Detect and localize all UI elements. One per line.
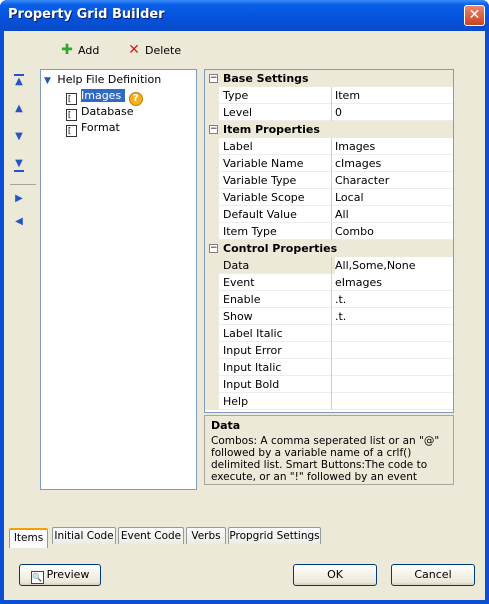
- property-name: Variable Type: [223, 174, 297, 187]
- expand-triangle-icon[interactable]: ▼: [44, 76, 51, 86]
- property-name: Input Error: [223, 344, 282, 357]
- grid-row[interactable]: Input Bold: [205, 376, 453, 393]
- document-icon: [: [66, 125, 77, 137]
- dialog-client-area: ✚ Add ✕ Delete ▲ ▲ ▼ ▼ ▶ ◀ ▼ Help File D…: [4, 31, 485, 600]
- grid-row[interactable]: Show .t.: [205, 308, 453, 325]
- dialog-window: Property Grid Builder ✕ ✚ Add ✕ Delete ▲…: [0, 0, 489, 604]
- category-label: Base Settings: [223, 72, 309, 85]
- category-label: Control Properties: [223, 242, 338, 255]
- property-value[interactable]: Character: [335, 172, 453, 189]
- help-panel: Data Combos: A comma seperated list or a…: [204, 415, 454, 485]
- add-button[interactable]: ✚ Add: [60, 41, 99, 59]
- tree-item-images[interactable]: [Images ?: [66, 88, 143, 106]
- property-value[interactable]: .t.: [335, 308, 453, 325]
- property-name: Variable Name: [223, 157, 304, 170]
- window-title: Property Grid Builder: [8, 7, 165, 22]
- tree-item-database[interactable]: [Database: [66, 104, 134, 121]
- grid-row[interactable]: Label Images: [205, 138, 453, 155]
- property-name: Event: [223, 276, 255, 289]
- help-title: Data: [211, 419, 241, 432]
- category-base-settings[interactable]: − Base Settings: [205, 70, 453, 87]
- preview-icon: 🔍: [30, 571, 44, 584]
- tree-root[interactable]: ▼ Help File Definition: [44, 72, 161, 87]
- property-value[interactable]: All,Some,None: [335, 257, 453, 274]
- property-name: Item Type: [223, 225, 277, 238]
- title-bar[interactable]: Property Grid Builder ✕: [0, 0, 489, 31]
- property-value[interactable]: Combo: [335, 223, 453, 240]
- collapse-icon[interactable]: −: [209, 74, 218, 83]
- cancel-button[interactable]: Cancel: [391, 564, 475, 586]
- grid-row-selected[interactable]: Data All,Some,None: [205, 257, 453, 274]
- grid-row[interactable]: Type Item: [205, 87, 453, 104]
- delete-button-label: Delete: [145, 43, 182, 57]
- grid-row[interactable]: Variable Scope Local: [205, 189, 453, 206]
- move-up-icon[interactable]: ▲: [12, 102, 26, 116]
- close-button[interactable]: ✕: [464, 5, 485, 26]
- property-value[interactable]: cImages: [335, 155, 453, 172]
- tab-items[interactable]: Items: [9, 528, 48, 548]
- delete-button[interactable]: ✕ Delete: [127, 41, 181, 59]
- property-value[interactable]: 0: [335, 104, 453, 121]
- grid-row[interactable]: Label Italic: [205, 325, 453, 342]
- property-value[interactable]: Images: [335, 138, 453, 155]
- add-icon: ✚: [61, 42, 73, 58]
- move-top-icon[interactable]: ▲: [12, 74, 26, 89]
- property-name: Data: [223, 259, 250, 272]
- tab-verbs[interactable]: Verbs: [186, 527, 226, 544]
- indent-icon[interactable]: ▶: [12, 192, 26, 206]
- grid-row[interactable]: Variable Type Character: [205, 172, 453, 189]
- outdent-icon[interactable]: ◀: [12, 215, 26, 229]
- tree-item-label: Format: [81, 121, 120, 134]
- grid-row[interactable]: Variable Name cImages: [205, 155, 453, 172]
- grid-row[interactable]: Input Error: [205, 342, 453, 359]
- tree-item-label: Database: [81, 105, 134, 118]
- preview-button-label: Preview: [46, 568, 90, 581]
- delete-icon: ✕: [128, 42, 140, 58]
- tree-view[interactable]: ▼ Help File Definition [Images ? [Databa…: [40, 69, 197, 490]
- property-name: Type: [223, 89, 249, 102]
- move-down-icon[interactable]: ▼: [12, 130, 26, 144]
- category-control-properties[interactable]: − Control Properties: [205, 240, 453, 257]
- ok-button[interactable]: OK: [293, 564, 377, 586]
- help-text: Combos: A comma seperated list or an "@"…: [211, 435, 440, 484]
- property-value[interactable]: Local: [335, 189, 453, 206]
- property-value[interactable]: Item: [335, 87, 453, 104]
- grid-row[interactable]: Level 0: [205, 104, 453, 121]
- grid-row[interactable]: Default Value All: [205, 206, 453, 223]
- property-name: Help: [223, 395, 249, 408]
- grid-row[interactable]: Enable .t.: [205, 291, 453, 308]
- property-value[interactable]: eImages: [335, 274, 453, 291]
- collapse-icon[interactable]: −: [209, 244, 218, 253]
- tree-item-format[interactable]: [ Format: [66, 120, 120, 137]
- move-bottom-icon[interactable]: ▼: [12, 157, 26, 172]
- tab-event-code[interactable]: Event Code: [118, 527, 184, 544]
- grid-row[interactable]: Help: [205, 393, 453, 410]
- property-name: Variable Scope: [223, 191, 305, 204]
- nav-separator: [10, 184, 36, 185]
- grid-row[interactable]: Input Italic: [205, 359, 453, 376]
- property-name: Enable: [223, 293, 261, 306]
- property-value[interactable]: .t.: [335, 291, 453, 308]
- grid-row[interactable]: Item Type Combo: [205, 223, 453, 240]
- preview-button[interactable]: 🔍 Preview: [19, 564, 101, 586]
- property-name: Level: [223, 106, 253, 119]
- property-name: Default Value: [223, 208, 297, 221]
- grid-row[interactable]: Event eImages: [205, 274, 453, 291]
- property-value[interactable]: All: [335, 206, 453, 223]
- property-name: Label: [223, 140, 253, 153]
- property-grid[interactable]: − Base Settings Type Item Level 0 − Item…: [204, 69, 454, 413]
- add-button-label: Add: [78, 43, 100, 57]
- property-name: Label Italic: [223, 327, 283, 340]
- tree-item-label: Images: [81, 89, 126, 102]
- property-name: Input Italic: [223, 361, 282, 374]
- tab-initial-code[interactable]: Initial Code: [52, 527, 116, 544]
- collapse-icon[interactable]: −: [209, 125, 218, 134]
- tab-propgrid-settings[interactable]: Propgrid Settings: [228, 527, 321, 544]
- property-name: Input Bold: [223, 378, 280, 391]
- category-item-properties[interactable]: − Item Properties: [205, 121, 453, 138]
- category-label: Item Properties: [223, 123, 320, 136]
- property-name: Show: [223, 310, 253, 323]
- tree-root-label: Help File Definition: [57, 73, 162, 86]
